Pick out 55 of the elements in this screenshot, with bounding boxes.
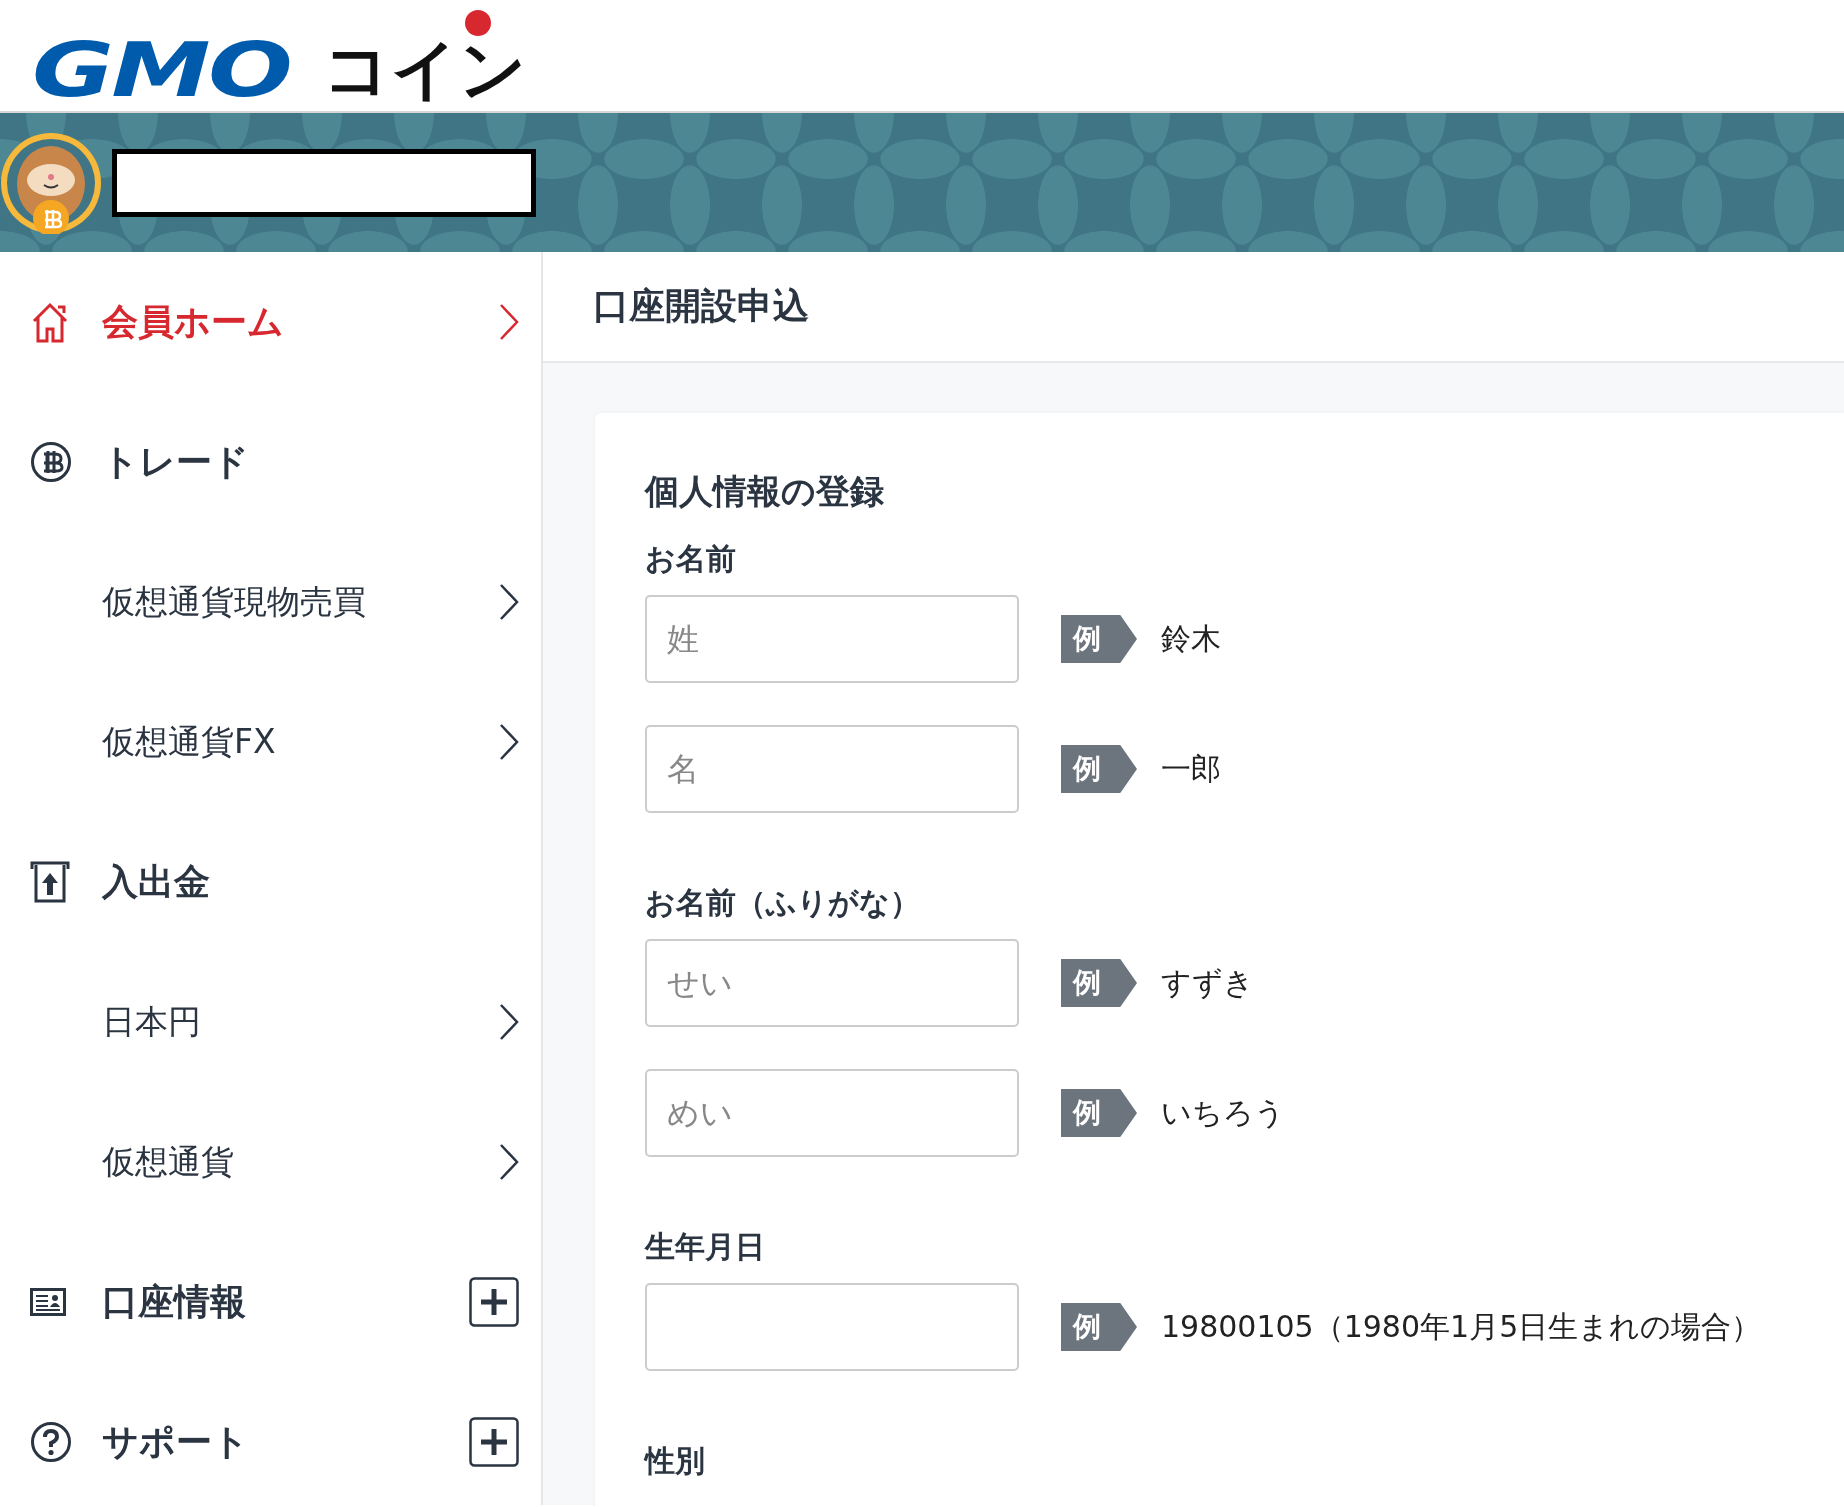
chevron-right-icon bbox=[499, 723, 519, 761]
bitcoin-icon bbox=[30, 441, 72, 483]
example-text: 一郎 bbox=[1161, 749, 1221, 788]
logo[interactable]: GMO コイン bbox=[32, 9, 532, 102]
field-label: 性別 bbox=[645, 1443, 706, 1479]
input-field[interactable] bbox=[645, 1283, 1019, 1371]
example-text: 鈴木 bbox=[1161, 619, 1221, 658]
sidebar-item-label: 仮想通貨現物売買 bbox=[102, 580, 367, 623]
sidebar-item[interactable]: 日本円 bbox=[0, 952, 541, 1092]
chevron-right-icon bbox=[499, 303, 519, 341]
page-title: 口座開設申込 bbox=[593, 284, 809, 328]
logo-brand-text: GMO bbox=[32, 37, 291, 102]
upload-box-icon bbox=[30, 861, 70, 903]
example-text: いちろう bbox=[1161, 1093, 1285, 1132]
sidebar-item-label: 仮想通貨 bbox=[102, 1140, 235, 1183]
example-text: 19800105（1980年1月5日生まれの場合） bbox=[1161, 1307, 1762, 1346]
sidebar-item[interactable]: 仮想通貨現物売買 bbox=[0, 532, 541, 672]
id-card-icon bbox=[30, 1288, 66, 1316]
sidebar-item-label: サポート bbox=[102, 1419, 250, 1464]
form-title: 個人情報の登録 bbox=[645, 471, 885, 511]
example-tag: 例 bbox=[1061, 745, 1137, 793]
example-tag: 例 bbox=[1061, 1089, 1137, 1137]
example-text: すずき bbox=[1161, 963, 1254, 1002]
example-tag: 例 bbox=[1061, 1303, 1137, 1351]
help-icon bbox=[30, 1421, 72, 1463]
home-icon bbox=[30, 301, 70, 343]
chevron-right-icon bbox=[499, 583, 519, 621]
sidebar-item-label: トレード bbox=[102, 439, 250, 484]
sidebar-item[interactable]: サポート bbox=[0, 1372, 541, 1507]
input-field[interactable]: めい bbox=[645, 1069, 1019, 1157]
expand-plus-icon[interactable] bbox=[469, 1417, 519, 1467]
field-label: お名前 bbox=[645, 541, 737, 577]
input-field[interactable]: 姓 bbox=[645, 595, 1019, 683]
sidebar-item-label: 入出金 bbox=[102, 859, 211, 904]
sidebar-item[interactable]: トレード bbox=[0, 392, 541, 532]
input-field[interactable]: せい bbox=[645, 939, 1019, 1027]
sidebar-item-label: 日本円 bbox=[102, 1000, 202, 1043]
sidebar-item-label: 会員ホーム bbox=[102, 299, 285, 344]
chevron-right-icon bbox=[499, 1143, 519, 1181]
chevron-right-icon bbox=[499, 1003, 519, 1041]
sidebar-item[interactable]: 入出金 bbox=[0, 812, 541, 952]
sidebar-item-label: 仮想通貨FX bbox=[102, 720, 277, 763]
example-tag: 例 bbox=[1061, 959, 1137, 1007]
sidebar-item-label: 口座情報 bbox=[102, 1279, 247, 1324]
sidebar-item[interactable]: 仮想通貨FX bbox=[0, 672, 541, 812]
example-tag: 例 bbox=[1061, 615, 1137, 663]
dot-icon bbox=[465, 9, 492, 36]
field-label: お名前（ふりがな） bbox=[645, 885, 921, 921]
sidebar-item[interactable]: 会員ホーム bbox=[0, 252, 541, 392]
input-field[interactable]: 名 bbox=[645, 725, 1019, 813]
sidebar-item[interactable]: 仮想通貨 bbox=[0, 1092, 541, 1232]
logo-product-text: コイン bbox=[323, 37, 528, 102]
field-label: 生年月日 bbox=[645, 1229, 766, 1265]
expand-plus-icon[interactable] bbox=[469, 1277, 519, 1327]
sidebar-item[interactable]: 口座情報 bbox=[0, 1232, 541, 1372]
